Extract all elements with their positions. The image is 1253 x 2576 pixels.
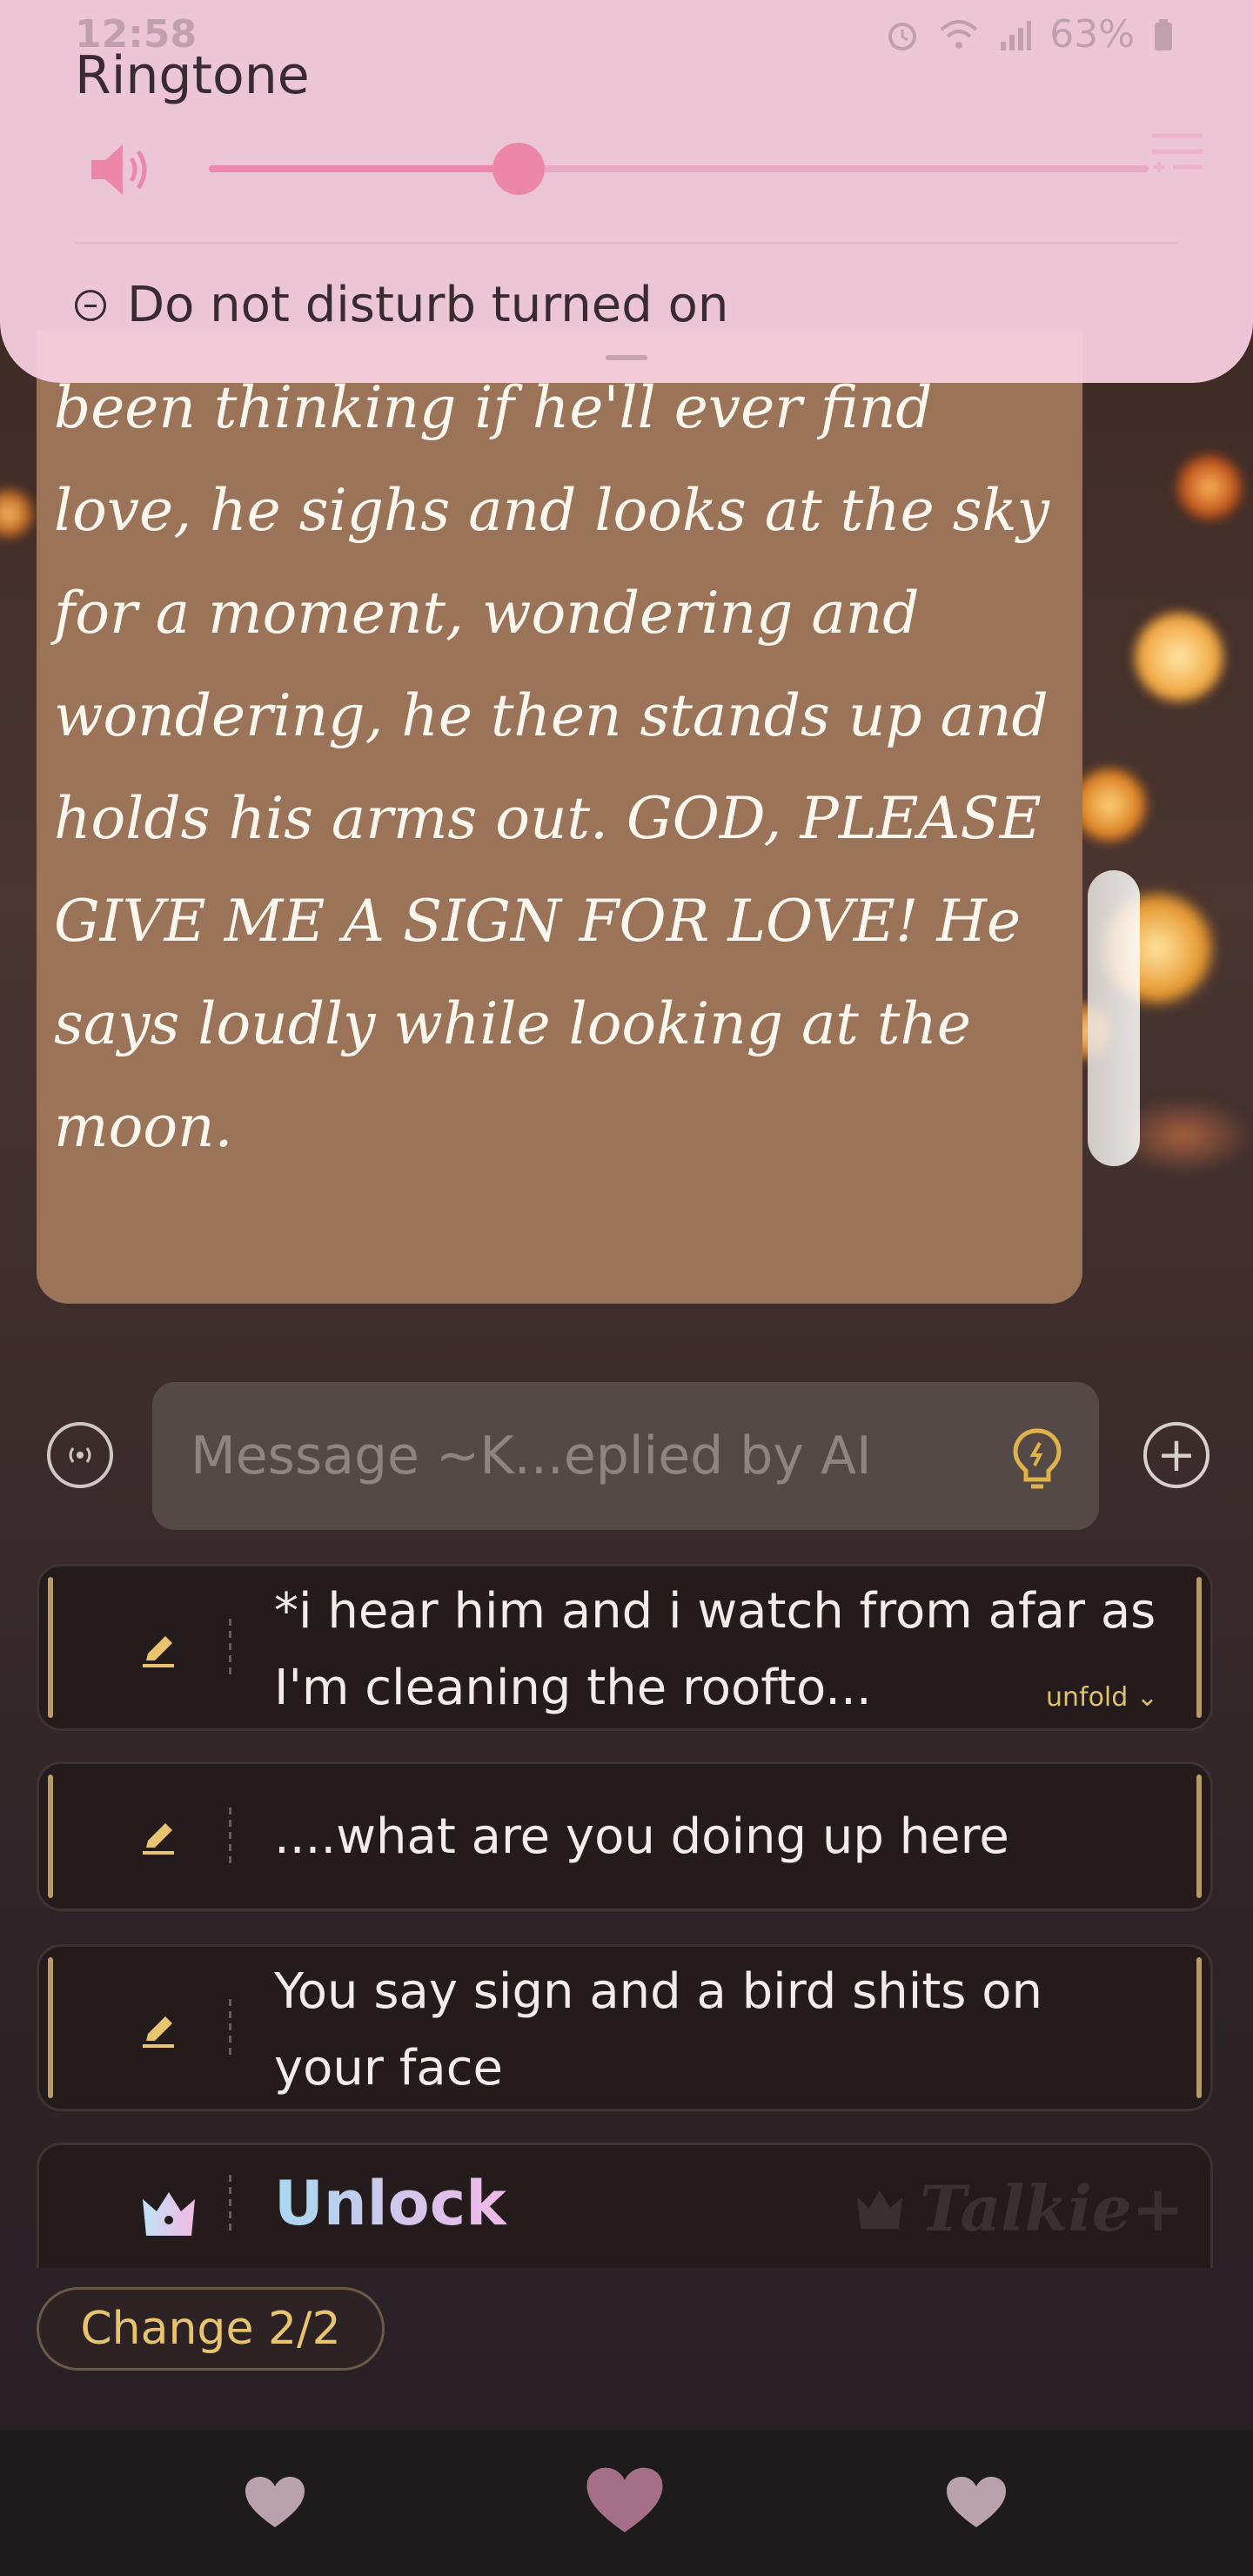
unfold-toggle[interactable]: unfold ⌄ xyxy=(1046,1682,1158,1713)
volume-panel: 12:58 63% Ringtone Do not disturb turned… xyxy=(0,0,1253,383)
card-edge xyxy=(1196,1774,1202,1898)
card-edge xyxy=(1196,1957,1202,2098)
card-edge xyxy=(48,1774,53,1898)
brand-logo: Talkie+ xyxy=(919,2171,1184,2245)
panel-title: Ringtone xyxy=(75,45,310,106)
message-input[interactable]: Message ~K...eplied by AI xyxy=(152,1382,1099,1530)
story-message-text: been thinking if he'll ever find love, h… xyxy=(54,374,1049,1160)
suggestion-card[interactable]: ....what are you doing up here xyxy=(37,1761,1213,1911)
panel-drag-handle[interactable] xyxy=(606,355,647,360)
speaker-icon[interactable] xyxy=(83,131,161,209)
card-edge xyxy=(48,1577,53,1718)
battery-percent: 63% xyxy=(1049,12,1135,57)
volume-slider-thumb[interactable] xyxy=(492,143,546,195)
bokeh-light xyxy=(1175,453,1244,522)
do-not-disturb-text: Do not disturb turned on xyxy=(127,277,729,333)
change-suggestions-button[interactable]: Change 2/2 xyxy=(37,2287,385,2371)
card-divider xyxy=(229,1808,231,1868)
chevron-down-icon: ⌄ xyxy=(1136,1682,1158,1713)
panel-divider xyxy=(75,242,1178,244)
wifi-icon xyxy=(940,19,978,49)
heart-icon[interactable] xyxy=(244,2475,306,2531)
character-figure xyxy=(1088,870,1140,1166)
suggestion-card[interactable]: You say sign and a bird shits on your fa… xyxy=(37,1944,1213,2111)
suggestion-text: You say sign and a bird shits on your fa… xyxy=(274,1963,1043,2096)
plus-icon: + xyxy=(1156,1427,1196,1482)
edit-pencil-icon[interactable] xyxy=(139,2011,178,2049)
bokeh-light xyxy=(1131,609,1227,705)
battery-icon xyxy=(1155,18,1172,50)
heart-icon[interactable] xyxy=(945,2475,1008,2531)
card-edge xyxy=(48,1957,53,2098)
add-button[interactable]: + xyxy=(1143,1422,1209,1488)
suggestion-text: ....what are you doing up here xyxy=(274,1808,1009,1865)
heart-icon[interactable] xyxy=(585,2465,665,2538)
bokeh-light xyxy=(0,487,35,540)
do-not-disturb-icon xyxy=(75,289,106,321)
volume-slider-fill xyxy=(209,165,519,172)
lightbulb-icon[interactable] xyxy=(1010,1426,1064,1495)
unlock-label: Unlock xyxy=(274,2168,506,2239)
edit-pencil-icon[interactable] xyxy=(139,1818,178,1856)
card-divider xyxy=(229,1999,231,2060)
unfold-label: unfold xyxy=(1045,1682,1129,1713)
brand-crown-icon xyxy=(857,2190,902,2229)
do-not-disturb-status[interactable]: Do not disturb turned on xyxy=(75,277,728,333)
card-edge xyxy=(1196,1577,1202,1718)
suggestion-text: *i hear him and i watch from afar as I'm… xyxy=(274,1583,1156,1716)
sound-wave-icon xyxy=(69,1447,91,1463)
suggestion-card[interactable]: *i hear him and i watch from afar as I'm… xyxy=(37,1564,1213,1731)
bottom-navigation xyxy=(0,2430,1253,2576)
unlock-card[interactable]: Unlock Talkie+ xyxy=(37,2143,1213,2268)
alarm-icon xyxy=(888,22,917,50)
status-icons: 63% xyxy=(884,12,1175,57)
sound-settings-icon[interactable] xyxy=(1147,122,1208,183)
card-divider xyxy=(229,2175,231,2236)
signal-icon xyxy=(1001,20,1032,50)
crown-icon xyxy=(143,2192,195,2236)
message-input-placeholder: Message ~K...eplied by AI xyxy=(191,1426,872,1486)
edit-pencil-icon[interactable] xyxy=(139,1631,178,1669)
card-divider xyxy=(229,1619,231,1680)
voice-call-button[interactable] xyxy=(47,1422,113,1488)
volume-slider[interactable] xyxy=(209,143,1149,195)
